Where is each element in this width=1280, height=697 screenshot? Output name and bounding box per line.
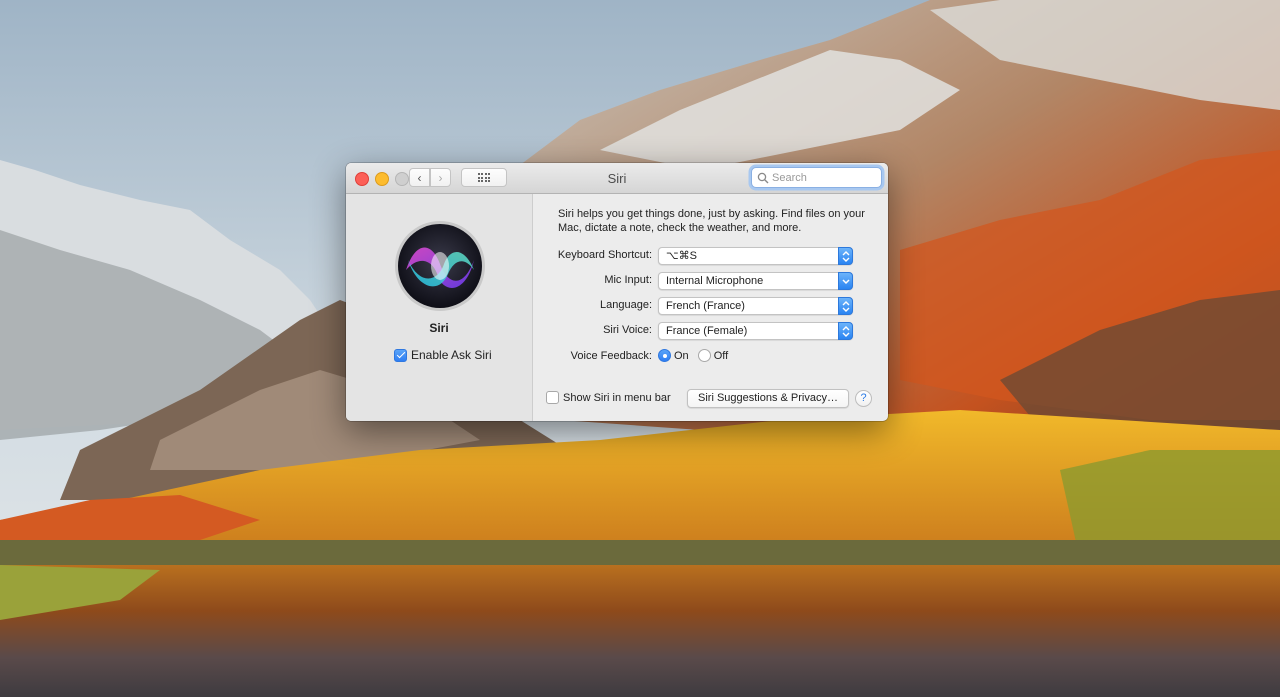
siri-voice-value: France (Female) xyxy=(666,325,748,337)
voice-feedback-row: Voice Feedback: On Off xyxy=(346,348,888,366)
updown-arrows-icon xyxy=(838,247,853,265)
siri-voice-label: Siri Voice: xyxy=(603,324,652,336)
keyboard-shortcut-row: Keyboard Shortcut: ⌥⌘S xyxy=(346,247,888,265)
help-button[interactable]: ? xyxy=(855,390,872,407)
language-label: Language: xyxy=(600,299,652,311)
show-in-menu-bar-checkbox[interactable]: Show Siri in menu bar xyxy=(546,391,671,404)
chevron-down-icon xyxy=(838,272,853,290)
siri-voice-row: Siri Voice: France (Female) xyxy=(346,322,888,340)
voice-feedback-on-label[interactable]: On xyxy=(674,350,689,362)
search-placeholder: Search xyxy=(772,171,807,184)
keyboard-shortcut-label: Keyboard Shortcut: xyxy=(557,249,652,261)
voice-feedback-off-radio[interactable] xyxy=(697,349,711,362)
mic-input-row: Mic Input: Internal Microphone xyxy=(346,272,888,290)
voice-feedback-radio-group: On Off xyxy=(658,349,737,362)
language-row: Language: French (France) xyxy=(346,297,888,315)
siri-preferences-window: ‹ › Siri Search Siri Enable Ask Siri Sir… xyxy=(346,163,888,421)
language-value: French (France) xyxy=(666,300,745,312)
search-field[interactable]: Search xyxy=(751,167,882,188)
siri-suggestions-privacy-button[interactable]: Siri Suggestions & Privacy… xyxy=(687,389,849,408)
mic-input-value: Internal Microphone xyxy=(666,275,764,287)
updown-arrows-icon xyxy=(838,322,853,340)
keyboard-shortcut-value: ⌥⌘S xyxy=(666,250,698,262)
keyboard-shortcut-popup[interactable]: ⌥⌘S xyxy=(658,247,853,265)
show-in-menu-bar-label: Show Siri in menu bar xyxy=(563,391,671,404)
voice-feedback-label: Voice Feedback: xyxy=(570,350,652,362)
updown-arrows-icon xyxy=(838,297,853,315)
mic-input-popup[interactable]: Internal Microphone xyxy=(658,272,853,290)
mic-input-label: Mic Input: xyxy=(604,274,652,286)
siri-description: Siri helps you get things done, just by … xyxy=(558,208,865,234)
title-bar[interactable]: ‹ › Siri Search xyxy=(346,163,888,194)
language-popup[interactable]: French (France) xyxy=(658,297,853,315)
search-icon xyxy=(757,172,769,183)
voice-feedback-off-label[interactable]: Off xyxy=(714,350,728,362)
voice-feedback-on-radio[interactable] xyxy=(658,349,671,362)
checkbox-unchecked-icon[interactable] xyxy=(546,391,559,404)
siri-voice-popup[interactable]: France (Female) xyxy=(658,322,853,340)
